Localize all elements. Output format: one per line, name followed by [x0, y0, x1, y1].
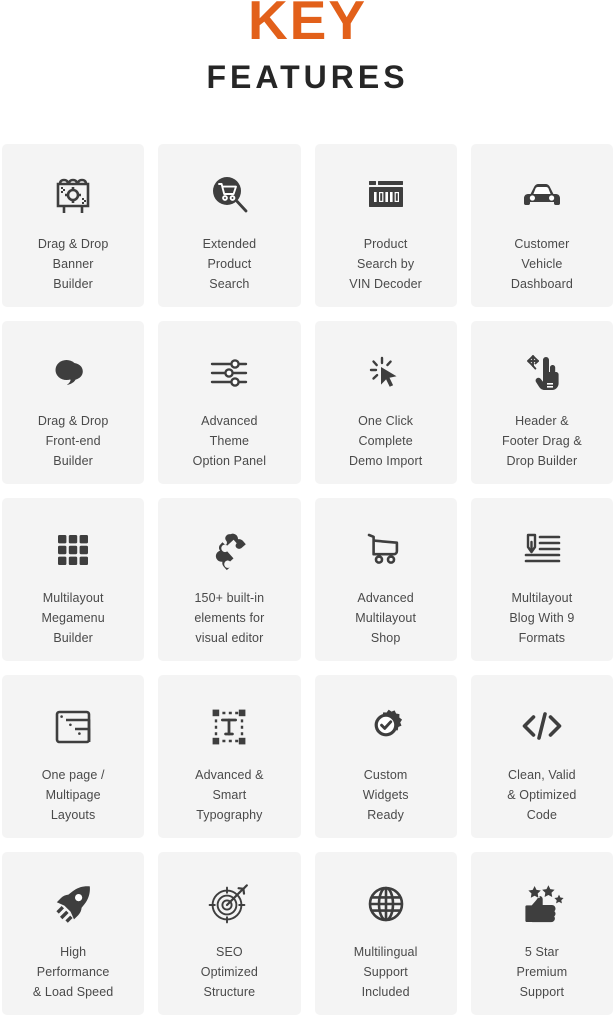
feature-card-label: High Performance & Load Speed: [32, 945, 114, 999]
drag-hand-icon: [512, 343, 572, 403]
page-title-secondary: FEATURES: [206, 59, 409, 95]
shopping-cart-icon: [356, 520, 416, 580]
key-features-page: KEY FEATURES Drag & Drop Banner Builder E…: [0, 0, 615, 1015]
target-icon: [199, 874, 259, 934]
feature-card-label: Multilingual Support Included: [353, 945, 418, 999]
feature-card[interactable]: Advanced & Smart Typography: [158, 675, 301, 838]
feature-card[interactable]: SEO Optimized Structure: [158, 852, 301, 1015]
feature-card-label: Customer Vehicle Dashboard: [510, 237, 573, 291]
feature-card-label: Advanced Multilayout Shop: [355, 591, 417, 645]
feature-card[interactable]: 5 Star Premium Support: [470, 852, 613, 1015]
rocket-icon: [43, 874, 103, 934]
gear-check-icon: [356, 697, 416, 757]
cursor-click-icon: [356, 343, 416, 403]
frontend-builder-icon: [43, 343, 103, 403]
sliders-icon: [199, 343, 259, 403]
puzzle-icon: [199, 520, 259, 580]
feature-card[interactable]: Header & Footer Drag & Drop Builder: [470, 321, 613, 484]
car-icon: [512, 166, 572, 226]
feature-card-label: Advanced & Smart Typography: [195, 768, 264, 822]
feature-card-label: Header & Footer Drag & Drop Builder: [501, 414, 582, 468]
feature-card-label: Advanced Theme Option Panel: [192, 414, 267, 468]
feature-card[interactable]: One page / Multipage Layouts: [2, 675, 145, 838]
typography-icon: [199, 697, 259, 757]
feature-card-label: 5 Star Premium Support: [516, 945, 568, 999]
cart-search-icon: [199, 166, 259, 226]
feature-card-label: 150+ built-in elements for visual editor: [194, 591, 265, 645]
feature-card[interactable]: One Click Complete Demo Import: [314, 321, 457, 484]
feature-card-label: Clean, Valid & Optimized Code: [507, 768, 577, 822]
feature-card[interactable]: 150+ built-in elements for visual editor: [158, 498, 301, 661]
feature-card[interactable]: Multilayout Blog With 9 Formats: [470, 498, 613, 661]
feature-card-label: Drag & Drop Banner Builder: [37, 237, 109, 291]
code-icon: [512, 697, 572, 757]
vin-decoder-icon: [356, 166, 416, 226]
feature-card-label: Multilayout Blog With 9 Formats: [509, 591, 575, 645]
feature-card-label: Custom Widgets Ready: [362, 768, 409, 822]
feature-card[interactable]: Multilayout Megamenu Builder: [2, 498, 145, 661]
blog-list-icon: [512, 520, 572, 580]
feature-card[interactable]: Custom Widgets Ready: [314, 675, 457, 838]
feature-card[interactable]: Drag & Drop Banner Builder: [2, 144, 145, 307]
feature-card[interactable]: Multilingual Support Included: [314, 852, 457, 1015]
feature-card[interactable]: Customer Vehicle Dashboard: [470, 144, 613, 307]
thumbs-up-stars-icon: [512, 874, 572, 934]
globe-icon: [356, 874, 416, 934]
feature-card-label: Drag & Drop Front-end Builder: [37, 414, 109, 468]
feature-card[interactable]: Clean, Valid & Optimized Code: [470, 675, 613, 838]
feature-card[interactable]: High Performance & Load Speed: [2, 852, 145, 1015]
feature-card[interactable]: Product Search by VIN Decoder: [314, 144, 457, 307]
feature-card-label: Product Search by VIN Decoder: [349, 237, 422, 291]
grid-icon: [43, 520, 103, 580]
banner-builder-icon: [43, 166, 103, 226]
feature-card[interactable]: Advanced Multilayout Shop: [314, 498, 457, 661]
feature-card[interactable]: Advanced Theme Option Panel: [158, 321, 301, 484]
feature-card-label: Extended Product Search: [202, 237, 257, 291]
feature-card-label: Multilayout Megamenu Builder: [41, 591, 105, 645]
layout-icon: [43, 697, 103, 757]
feature-card-label: One page / Multipage Layouts: [41, 768, 105, 822]
page-title-primary: KEY: [247, 0, 368, 51]
feature-card-label: SEO Optimized Structure: [200, 945, 258, 999]
feature-card-label: One Click Complete Demo Import: [348, 414, 423, 468]
page-header: KEY FEATURES: [0, 0, 615, 96]
feature-card[interactable]: Extended Product Search: [158, 144, 301, 307]
feature-card[interactable]: Drag & Drop Front-end Builder: [2, 321, 145, 484]
features-grid: Drag & Drop Banner Builder Extended Produ…: [2, 144, 613, 1015]
